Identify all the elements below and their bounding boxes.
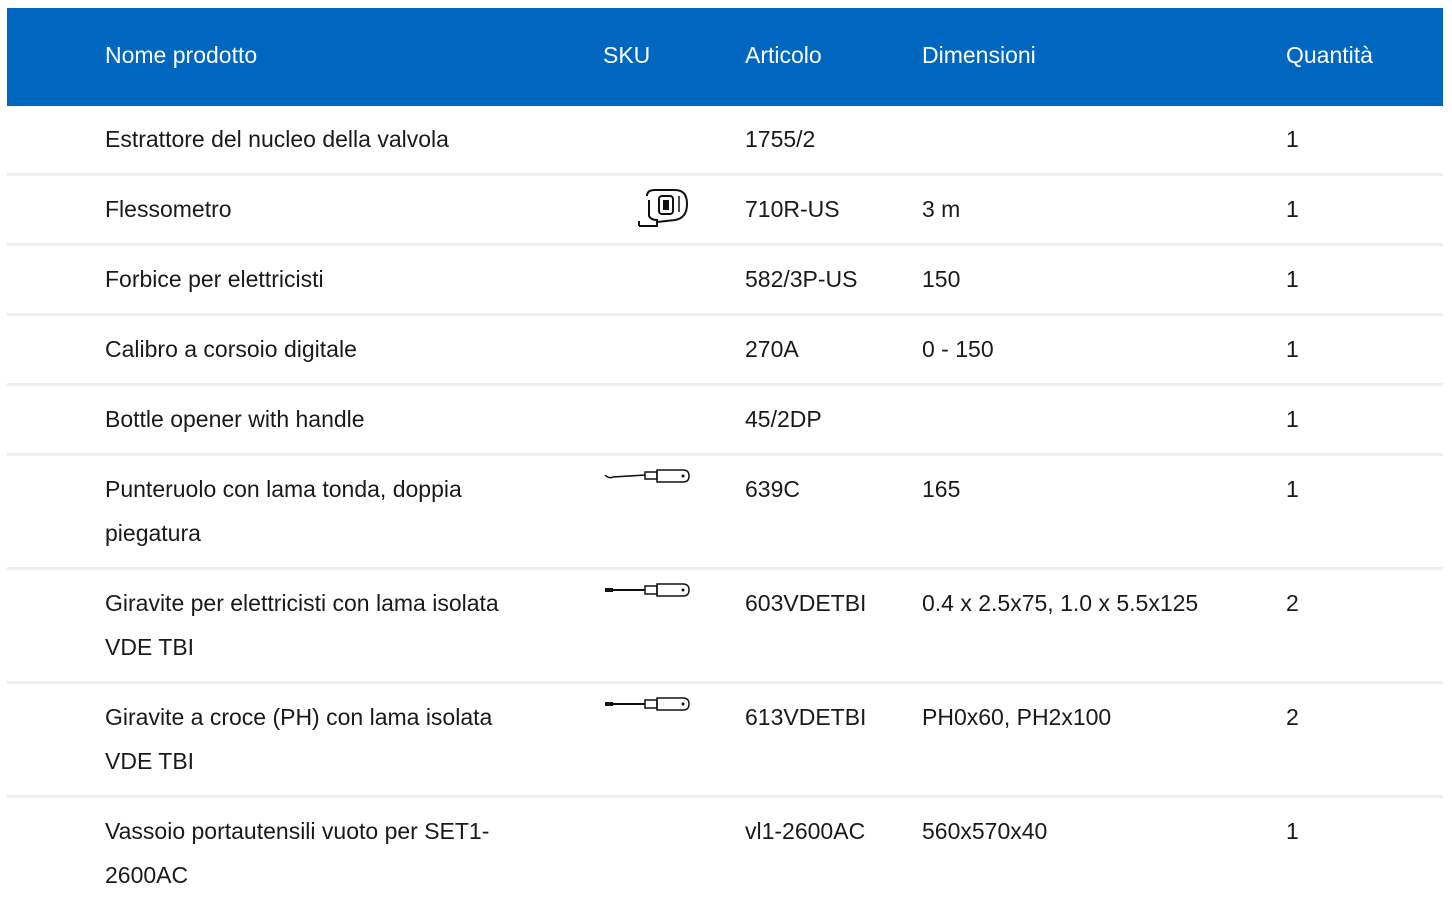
table-row[interactable]: Calibro a corsoio digitale 270A 0 - 150 … xyxy=(7,316,1443,386)
quantity: 1 xyxy=(1286,406,1299,432)
quantity: 1 xyxy=(1286,476,1299,502)
header-name[interactable]: Nome prodotto xyxy=(105,41,257,69)
article-code: 45/2DP xyxy=(745,406,822,432)
dimensions: PH0x60, PH2x100 xyxy=(922,704,1112,730)
article-code: 603VDETBI xyxy=(745,590,867,616)
quantity: 1 xyxy=(1286,336,1299,362)
table-row[interactable]: Punteruolo con lama tonda, doppia piegat… xyxy=(7,456,1443,570)
header-quantity[interactable]: Quantità xyxy=(1286,41,1373,69)
table-header: Nome prodotto SKU Articolo Dimensioni Qu… xyxy=(7,8,1443,106)
product-name[interactable]: Flessometro xyxy=(105,187,545,231)
dimensions: 560x570x40 xyxy=(922,818,1048,844)
product-name[interactable]: Calibro a corsoio digitale xyxy=(105,327,545,371)
product-name[interactable]: Giravite a croce (PH) con lama isolata V… xyxy=(105,695,545,783)
table-row[interactable]: Bottle opener with handle 45/2DP 1 xyxy=(7,386,1443,456)
product-name[interactable]: Vassoio portautensili vuoto per SET1-260… xyxy=(105,809,545,897)
quantity: 1 xyxy=(1286,266,1299,292)
table-row[interactable]: Estrattore del nucleo della valvola 1755… xyxy=(7,106,1443,176)
article-code: 1755/2 xyxy=(745,126,816,152)
product-name[interactable]: Forbice per elettricisti xyxy=(105,257,545,301)
table-row[interactable]: Forbice per elettricisti 582/3P-US 150 1 xyxy=(7,246,1443,316)
awl-icon[interactable] xyxy=(603,466,693,493)
tape-measure-icon[interactable] xyxy=(637,186,689,236)
screwdriver-icon[interactable] xyxy=(603,694,693,721)
article-code: vl1-2600AC xyxy=(745,818,866,844)
dimensions: 3 m xyxy=(922,196,961,222)
article-code: 710R-US xyxy=(745,196,840,222)
quantity: 2 xyxy=(1286,590,1299,616)
table-row[interactable]: Flessometro 710R-US 3 m 1 xyxy=(7,176,1443,246)
quantity: 2 xyxy=(1286,704,1299,730)
screwdriver-icon[interactable] xyxy=(603,580,693,607)
quantity: 1 xyxy=(1286,126,1299,152)
table-row[interactable]: Giravite a croce (PH) con lama isolata V… xyxy=(7,684,1443,798)
product-name[interactable]: Punteruolo con lama tonda, doppia piegat… xyxy=(105,467,545,555)
quantity: 1 xyxy=(1286,818,1299,844)
header-sku[interactable]: SKU xyxy=(603,41,650,69)
dimensions: 0.4 x 2.5x75, 1.0 x 5.5x125 xyxy=(922,590,1199,616)
article-code: 582/3P-US xyxy=(745,266,858,292)
article-code: 639C xyxy=(745,476,800,502)
header-dimensions[interactable]: Dimensioni xyxy=(922,41,1036,69)
table-row[interactable]: Giravite per elettricisti con lama isola… xyxy=(7,570,1443,684)
product-table: Nome prodotto SKU Articolo Dimensioni Qu… xyxy=(7,8,1443,906)
table-row[interactable]: Vassoio portautensili vuoto per SET1-260… xyxy=(7,798,1443,906)
product-name[interactable]: Bottle opener with handle xyxy=(105,397,545,441)
header-article[interactable]: Articolo xyxy=(745,41,822,69)
dimensions: 150 xyxy=(922,266,961,292)
product-name[interactable]: Estrattore del nucleo della valvola xyxy=(105,117,545,161)
article-code: 613VDETBI xyxy=(745,704,867,730)
product-name[interactable]: Giravite per elettricisti con lama isola… xyxy=(105,581,545,669)
dimensions: 165 xyxy=(922,476,961,502)
quantity: 1 xyxy=(1286,196,1299,222)
article-code: 270A xyxy=(745,336,799,362)
dimensions: 0 - 150 xyxy=(922,336,994,362)
